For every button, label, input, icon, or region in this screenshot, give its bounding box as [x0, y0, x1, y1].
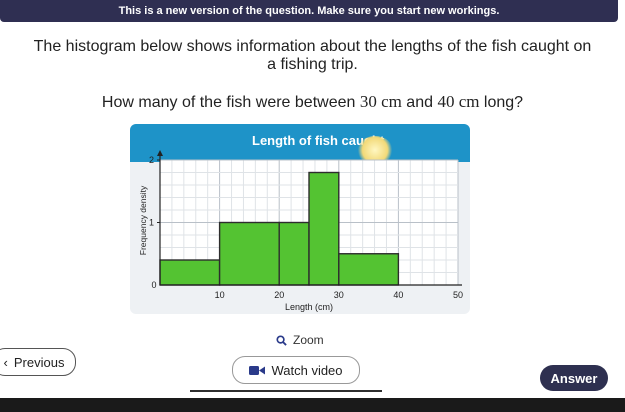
previous-button[interactable]: ‹ Previous [0, 348, 76, 376]
question-text-line2: a fishing trip. [267, 56, 358, 73]
question-prompt-suffix: long? [479, 94, 524, 111]
zoom-button[interactable]: Zoom [276, 332, 324, 348]
answer-button[interactable]: Answer [540, 365, 608, 391]
y-tick-label-2: 2 [149, 155, 154, 165]
histogram-bar-4 [308, 171, 340, 286]
question-value-40cm: 40 cm [437, 92, 480, 111]
y-tick-label-1: 1 [149, 218, 154, 228]
histogram-bar-1 [159, 259, 221, 286]
previous-label: Previous [13, 354, 65, 370]
x-tick-label-40: 40 [393, 290, 403, 300]
x-tick-label-10: 10 [215, 290, 225, 300]
screen-bezel [0, 398, 625, 412]
x-tick-label-30: 30 [334, 290, 344, 300]
histogram-bar-2 [218, 221, 280, 286]
watch-video-button[interactable]: Watch video [232, 356, 360, 384]
magnifier-icon [276, 334, 287, 346]
video-camera-icon [249, 365, 266, 375]
histogram-bar-3 [278, 221, 310, 286]
watch-video-label: Watch video [271, 362, 343, 378]
home-indicator [190, 390, 382, 392]
y-axis-arrow [157, 150, 163, 156]
question-prompt-prefix: How many of the fish were between [101, 94, 360, 111]
x-axis-label: Length (cm) [285, 302, 333, 312]
histogram-bar-5 [338, 253, 400, 286]
question-prompt: How many of the fish were between 30 cm … [0, 92, 625, 112]
chevron-left-icon: ‹ [3, 354, 8, 370]
x-tick-label-20: 20 [274, 290, 284, 300]
zoom-label: Zoom [293, 333, 324, 347]
x-tick-label-50: 50 [453, 290, 463, 300]
new-version-banner: This is a new version of the question. M… [0, 0, 618, 22]
y-axis-label: Frequency density [138, 185, 148, 255]
answer-label: Answer [550, 370, 598, 386]
histogram-chart: 0 10 20 30 40 50 1 2 Length (cm) Frequency densit… [138, 150, 463, 312]
question-text-line1: The histogram below shows information ab… [33, 38, 592, 55]
question-prompt-mid: and [401, 94, 438, 111]
x-tick-label-0: 0 [151, 280, 156, 290]
question-value-30cm: 30 cm [359, 92, 402, 111]
